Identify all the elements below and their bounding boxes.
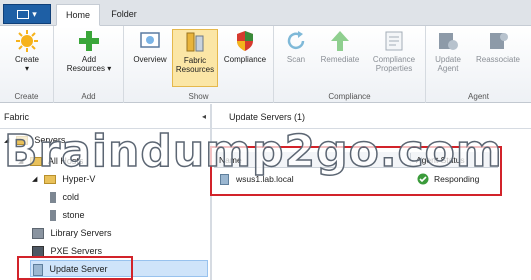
- scan-icon: [287, 31, 305, 50]
- ribbon-group-create: Create ▾ Create: [0, 26, 54, 103]
- ribbon-group-compliance: Scan Remediate Compliance Properties Com…: [274, 26, 426, 103]
- scan-label: Scan: [286, 55, 306, 64]
- group-label-agent: Agent: [468, 92, 489, 101]
- compliance-properties-icon: [385, 31, 403, 51]
- fabric-resources-label: Fabric Resources: [175, 56, 215, 74]
- fabric-resources-icon: [186, 32, 204, 52]
- overview-icon: [140, 32, 160, 48]
- overview-label: Overview: [133, 55, 167, 64]
- compliance-properties-label: Compliance Properties: [372, 55, 416, 73]
- update-agent-label: Update Agent: [435, 55, 461, 73]
- group-label-add: Add: [81, 92, 96, 101]
- fabric-resources-button[interactable]: Fabric Resources: [172, 29, 218, 87]
- reassociate-icon: [490, 33, 508, 49]
- scan-button[interactable]: Scan: [280, 29, 312, 64]
- add-plus-icon: [79, 31, 99, 51]
- update-agent-button[interactable]: Update Agent: [430, 29, 466, 73]
- nav-item-library-servers[interactable]: Library Servers: [32, 225, 112, 242]
- compliance-view-button[interactable]: Compliance: [220, 29, 270, 64]
- remediate-label: Remediate: [320, 55, 360, 64]
- watermark-text: Braindump2go.com: [3, 125, 503, 178]
- reassociate-label: Reassociate: [475, 55, 521, 64]
- ribbon: Create ▾ Create Add Resources ▾ Add Over…: [0, 26, 531, 103]
- ribbon-tab-strip: ▾ Home Folder: [0, 0, 531, 26]
- group-label-compliance: Compliance: [328, 92, 371, 101]
- app-menu-button[interactable]: ▾: [3, 4, 51, 24]
- nav-item-label: PXE Servers: [50, 246, 103, 256]
- compliance-view-label: Compliance: [223, 55, 267, 64]
- add-resources-button[interactable]: Add Resources ▾: [61, 29, 117, 73]
- overview-button[interactable]: Overview: [130, 29, 170, 64]
- library-servers-icon: [32, 228, 44, 240]
- add-resources-label: Add Resources ▾: [66, 55, 112, 73]
- nav-item-stone[interactable]: stone: [50, 207, 85, 224]
- compliance-shield-icon: [237, 31, 253, 51]
- compliance-properties-button[interactable]: Compliance Properties: [366, 29, 422, 73]
- reassociate-button[interactable]: Reassociate: [470, 29, 526, 64]
- group-label-create: Create: [14, 92, 39, 101]
- group-label-show: Show: [188, 92, 209, 101]
- nav-item-label: Library Servers: [50, 228, 112, 238]
- update-agent-icon: [439, 33, 458, 50]
- nav-item-cold[interactable]: cold: [50, 189, 79, 206]
- ribbon-group-add: Add Resources ▾ Add: [54, 26, 124, 103]
- highlight-box-update-server: [17, 256, 133, 280]
- nav-item-label: stone: [62, 210, 85, 220]
- remediate-button[interactable]: Remediate: [316, 29, 364, 64]
- nav-item-label: cold: [62, 192, 80, 202]
- tab-folder[interactable]: Folder: [102, 4, 146, 26]
- remediate-arrow-icon: [331, 31, 349, 51]
- host-server-icon: [50, 192, 56, 204]
- create-label: Create ▾: [14, 55, 39, 73]
- collapse-nav-icon[interactable]: ◂: [202, 112, 206, 121]
- ribbon-group-agent: Update Agent Reassociate Agent: [426, 26, 531, 103]
- tab-home[interactable]: Home: [56, 4, 100, 26]
- host-server-icon: [50, 210, 56, 222]
- ribbon-group-show: Overview Fabric Resources Compliance Sho…: [124, 26, 274, 103]
- create-sun-icon: [16, 30, 38, 52]
- app-menu-icon: [17, 10, 30, 20]
- create-button[interactable]: Create ▾: [8, 29, 46, 73]
